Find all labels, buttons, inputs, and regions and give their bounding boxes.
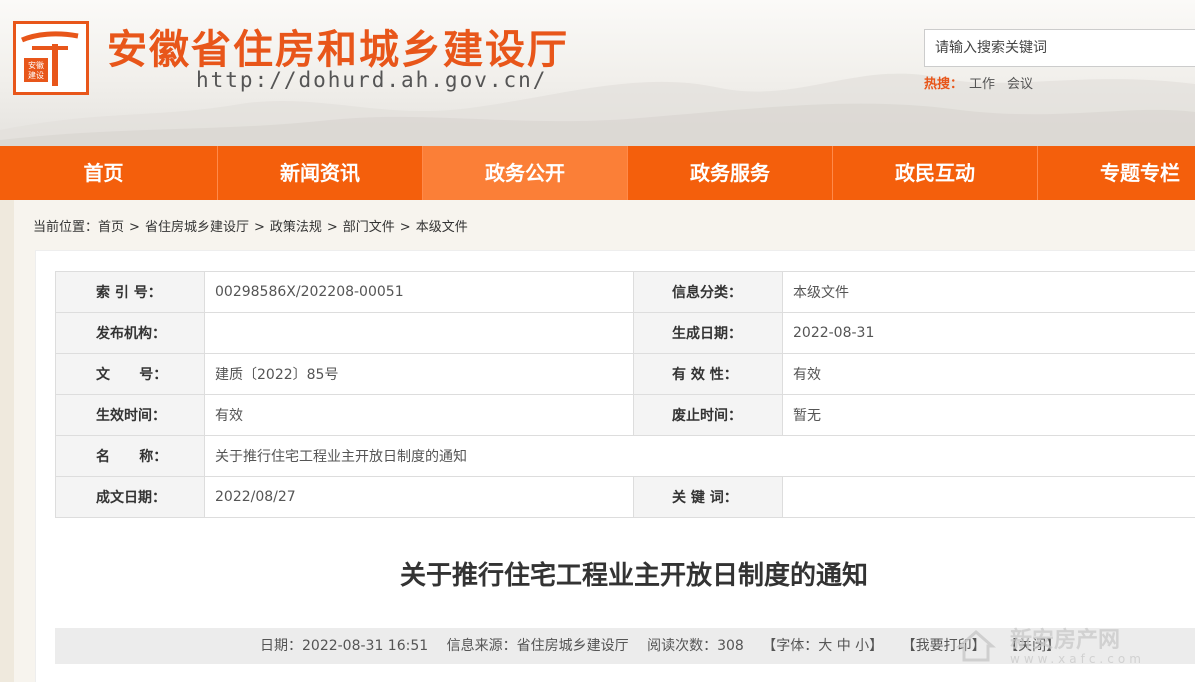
meta-label: 文 号：	[55, 353, 205, 395]
nav-item-government-affairs[interactable]: 政务公开	[423, 146, 628, 200]
meta-label: 发布机构：	[55, 312, 205, 354]
meta-value: 关于推行住宅工程业主开放日制度的通知	[204, 435, 1195, 477]
meta-label: 有 效 性：	[633, 353, 783, 395]
table-row: 成文日期： 2022/08/27 关 键 词：	[55, 476, 1195, 518]
meta-label: 成文日期：	[55, 476, 205, 518]
nav-item-interaction[interactable]: 政民互动	[833, 146, 1038, 200]
hot-search-item[interactable]: 会议	[1007, 77, 1033, 92]
meta-value	[204, 312, 634, 354]
publish-date: 日期：2022-08-31 16:51	[260, 638, 429, 654]
table-row: 索 引 号： 00298586X/202208-00051 信息分类： 本级文件	[55, 271, 1195, 313]
nav-item-services[interactable]: 政务服务	[628, 146, 833, 200]
breadcrumb-separator: >	[129, 220, 140, 235]
left-decoration	[0, 200, 14, 682]
breadcrumb-separator: >	[399, 220, 411, 235]
breadcrumb-item[interactable]: 政策法规	[270, 220, 322, 235]
search-input[interactable]: 请输入搜索关键词	[924, 29, 1195, 67]
meta-value: 2022-08-31	[782, 312, 1195, 354]
watermark-text: 新安房产网	[1010, 628, 1121, 653]
info-source: 信息来源：省住房城乡建设厅	[446, 638, 629, 654]
table-row: 文 号： 建质〔2022〕85号 有 效 性： 有效	[55, 353, 1195, 395]
logo-emblem-icon: 安徽 建设	[21, 31, 79, 86]
watermark: 新安房产网 www.xafc.com	[950, 622, 1190, 672]
view-count: 阅读次数：308	[647, 638, 744, 654]
meta-label: 索 引 号：	[55, 271, 205, 313]
meta-value: 建质〔2022〕85号	[204, 353, 634, 395]
meta-label: 废止时间：	[633, 394, 783, 436]
document-title: 关于推行住宅工程业主开放日制度的通知	[399, 561, 868, 591]
table-row: 发布机构： 生成日期： 2022-08-31	[55, 312, 1195, 354]
svg-text:安徽: 安徽	[28, 60, 44, 70]
hot-search: 热搜： 工作 会议	[924, 73, 1039, 92]
breadcrumb-item[interactable]: 本级文件	[416, 220, 468, 235]
document-meta-table: 索 引 号： 00298586X/202208-00051 信息分类： 本级文件…	[55, 271, 1195, 518]
meta-label: 名 称：	[55, 435, 205, 477]
meta-value	[782, 476, 1195, 518]
watermark-url: www.xafc.com	[1010, 652, 1145, 666]
breadcrumb-separator: >	[253, 220, 265, 235]
nav-item-home[interactable]: 首页	[0, 146, 218, 200]
meta-value: 本级文件	[782, 271, 1195, 313]
meta-value: 有效	[782, 353, 1195, 395]
breadcrumb-item[interactable]: 部门文件	[343, 220, 395, 235]
main-nav: 首页 新闻资讯 政务公开 政务服务 政民互动 专题专栏	[0, 146, 1195, 200]
svg-text:建设: 建设	[28, 70, 44, 80]
meta-value: 有效	[204, 394, 634, 436]
hot-search-label: 热搜：	[924, 77, 964, 92]
breadcrumb-item[interactable]: 省住房城乡建设厅	[145, 220, 249, 235]
watermark-house-icon	[956, 630, 996, 662]
meta-label: 关 键 词：	[633, 476, 783, 518]
breadcrumb-prefix: 当前位置：	[33, 220, 99, 235]
nav-item-topics[interactable]: 专题专栏	[1038, 146, 1195, 200]
nav-item-news[interactable]: 新闻资讯	[218, 146, 423, 200]
hot-search-item[interactable]: 工作	[969, 77, 995, 92]
breadcrumb-item[interactable]: 首页	[98, 220, 124, 235]
table-row: 生效时间： 有效 废止时间： 暂无	[55, 394, 1195, 436]
meta-value: 暂无	[782, 394, 1195, 436]
meta-label: 生效时间：	[55, 394, 205, 436]
table-row: 名 称： 关于推行住宅工程业主开放日制度的通知	[55, 435, 1195, 477]
meta-value: 2022/08/27	[204, 476, 634, 518]
site-logo[interactable]: 安徽 建设	[13, 21, 89, 95]
site-url[interactable]: http://dohurd.ah.gov.cn/	[196, 68, 547, 92]
meta-label: 生成日期：	[633, 312, 783, 354]
site-header: 安徽 建设 安徽省住房和城乡建设厅 http://dohurd.ah.gov.c…	[0, 0, 1195, 146]
breadcrumb: 当前位置：首页 > 省住房城乡建设厅 > 政策法规 > 部门文件 > 本级文件	[33, 216, 468, 235]
site-title[interactable]: 安徽省住房和城乡建设厅	[107, 17, 569, 75]
meta-value: 00298586X/202208-00051	[204, 271, 634, 313]
breadcrumb-separator: >	[326, 220, 338, 235]
font-size-control[interactable]: 【字体：大 中 小】	[762, 638, 883, 654]
meta-label: 信息分类：	[633, 271, 783, 313]
